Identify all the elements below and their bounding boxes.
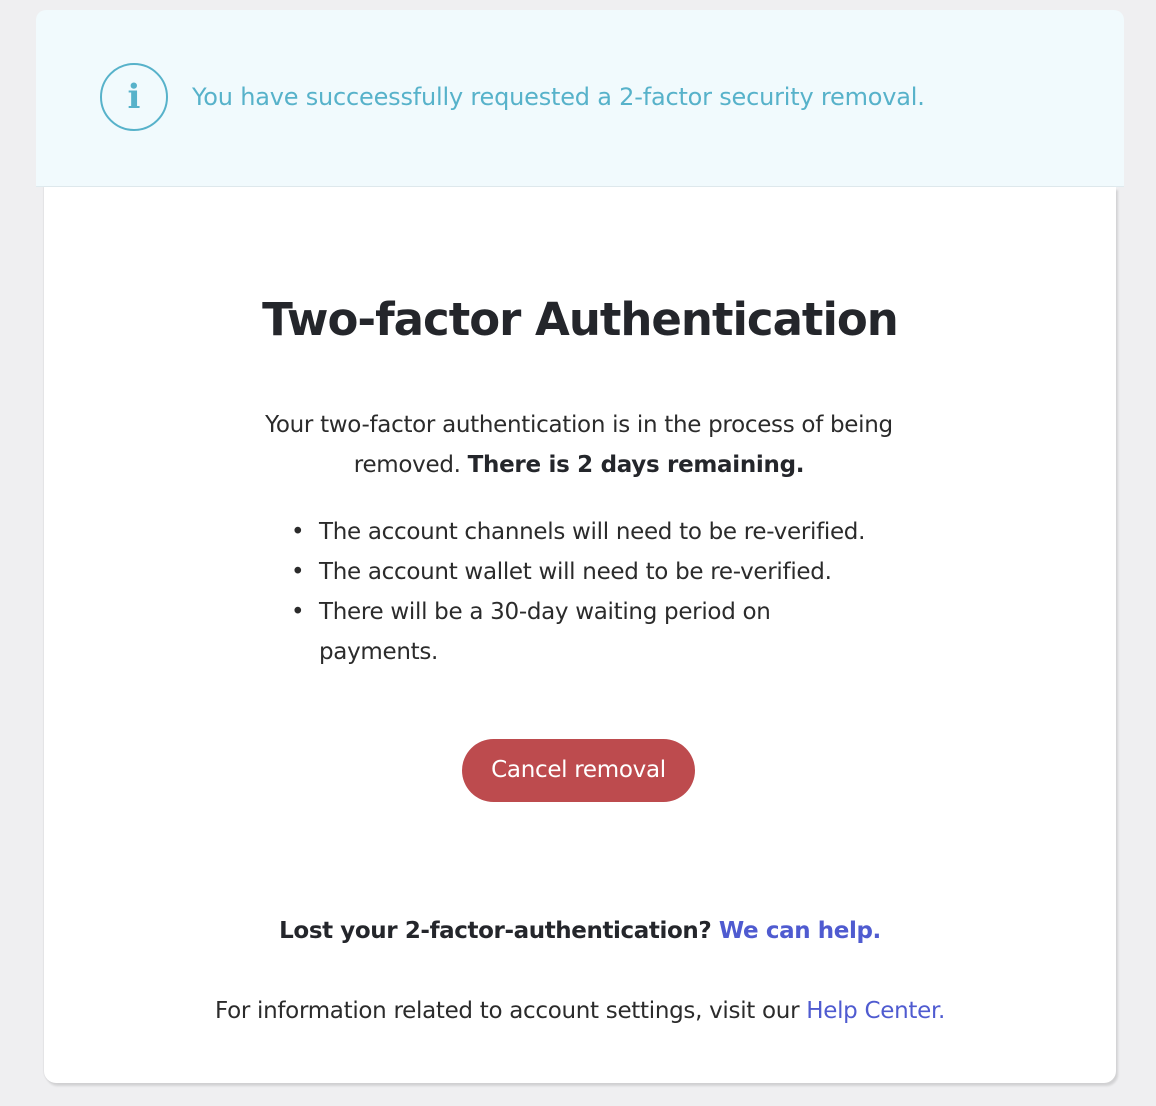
bullet-icon: • xyxy=(291,559,305,585)
list-item-text: The account channels will need to be re-… xyxy=(319,519,866,545)
list-item-text: There will be a 30-day waiting period on… xyxy=(319,599,771,665)
lost-2fa-line: Lost your 2-factor-authentication? We ca… xyxy=(44,911,1116,951)
bullet-icon: • xyxy=(291,599,305,625)
list-item-text: The account wallet will need to be re-ve… xyxy=(319,559,832,585)
cancel-removal-button[interactable]: Cancel removal xyxy=(462,739,695,802)
page-title: Two-factor Authentication xyxy=(262,293,899,346)
banner-message: You have succeessfully requested a 2-fac… xyxy=(192,83,925,111)
help-center-link[interactable]: Help Center. xyxy=(806,998,945,1024)
info-icon: i xyxy=(100,63,168,131)
success-banner: i You have succeessfully requested a 2-f… xyxy=(36,10,1124,187)
list-item: • The account channels will need to be re… xyxy=(291,512,889,552)
two-factor-card: Two-factor Authentication Your two-facto… xyxy=(44,187,1116,1083)
list-item: • The account wallet will need to be re-v… xyxy=(291,552,889,592)
help-center-text: For information related to account setti… xyxy=(214,998,807,1024)
we-can-help-link[interactable]: We can help. xyxy=(719,918,881,944)
list-item: • There will be a 30-day waiting period o… xyxy=(291,592,889,672)
days-remaining: There is 2 days remaining. xyxy=(467,452,805,478)
help-center-line: For information related to account setti… xyxy=(44,991,1116,1031)
bullet-icon: • xyxy=(291,519,305,545)
consequences-list: • The account channels will need to be re… xyxy=(291,512,889,672)
intro-paragraph: Your two-factor authentication is in the… xyxy=(264,405,894,485)
lost-2fa-text: Lost your 2-factor-authentication? xyxy=(279,918,719,944)
